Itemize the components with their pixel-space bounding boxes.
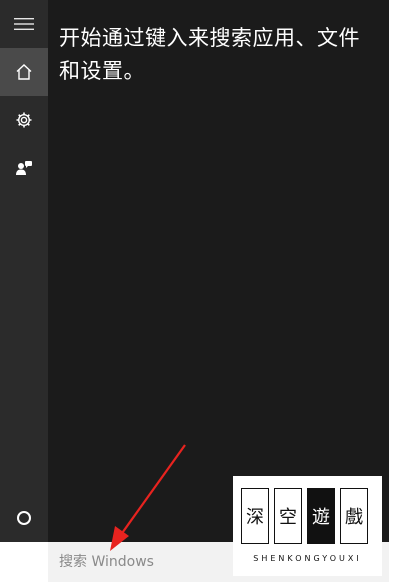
- watermark-char: 空: [274, 488, 302, 544]
- hamburger-menu-button[interactable]: [0, 0, 48, 48]
- feedback-button[interactable]: [0, 144, 48, 192]
- hamburger-menu-icon: [14, 18, 34, 30]
- watermark-subtitle: SHENKONGYOUXI: [253, 554, 362, 563]
- sidebar: [0, 0, 48, 542]
- feedback-person-icon: [16, 161, 32, 175]
- window-edge: [389, 0, 393, 582]
- cortana-circle-icon: [17, 511, 31, 525]
- watermark-char: 戲: [340, 488, 368, 544]
- settings-button[interactable]: [0, 96, 48, 144]
- search-results-panel: 开始通过键入来搜索应用、文件和设置。: [48, 0, 389, 542]
- watermark-logo: 深 空 遊 戲 SHENKONGYOUXI: [233, 476, 382, 576]
- search-hint-text: 开始通过键入来搜索应用、文件和设置。: [59, 26, 360, 83]
- cortana-button[interactable]: [0, 494, 48, 542]
- gear-icon: [16, 112, 32, 128]
- watermark-char: 遊: [307, 488, 335, 544]
- watermark-char: 深: [241, 488, 269, 544]
- home-button[interactable]: [0, 48, 48, 96]
- home-icon: [16, 64, 32, 80]
- start-search-window: 开始通过键入来搜索应用、文件和设置。 深 空 遊 戲 SHENKONGYOUXI: [0, 0, 393, 582]
